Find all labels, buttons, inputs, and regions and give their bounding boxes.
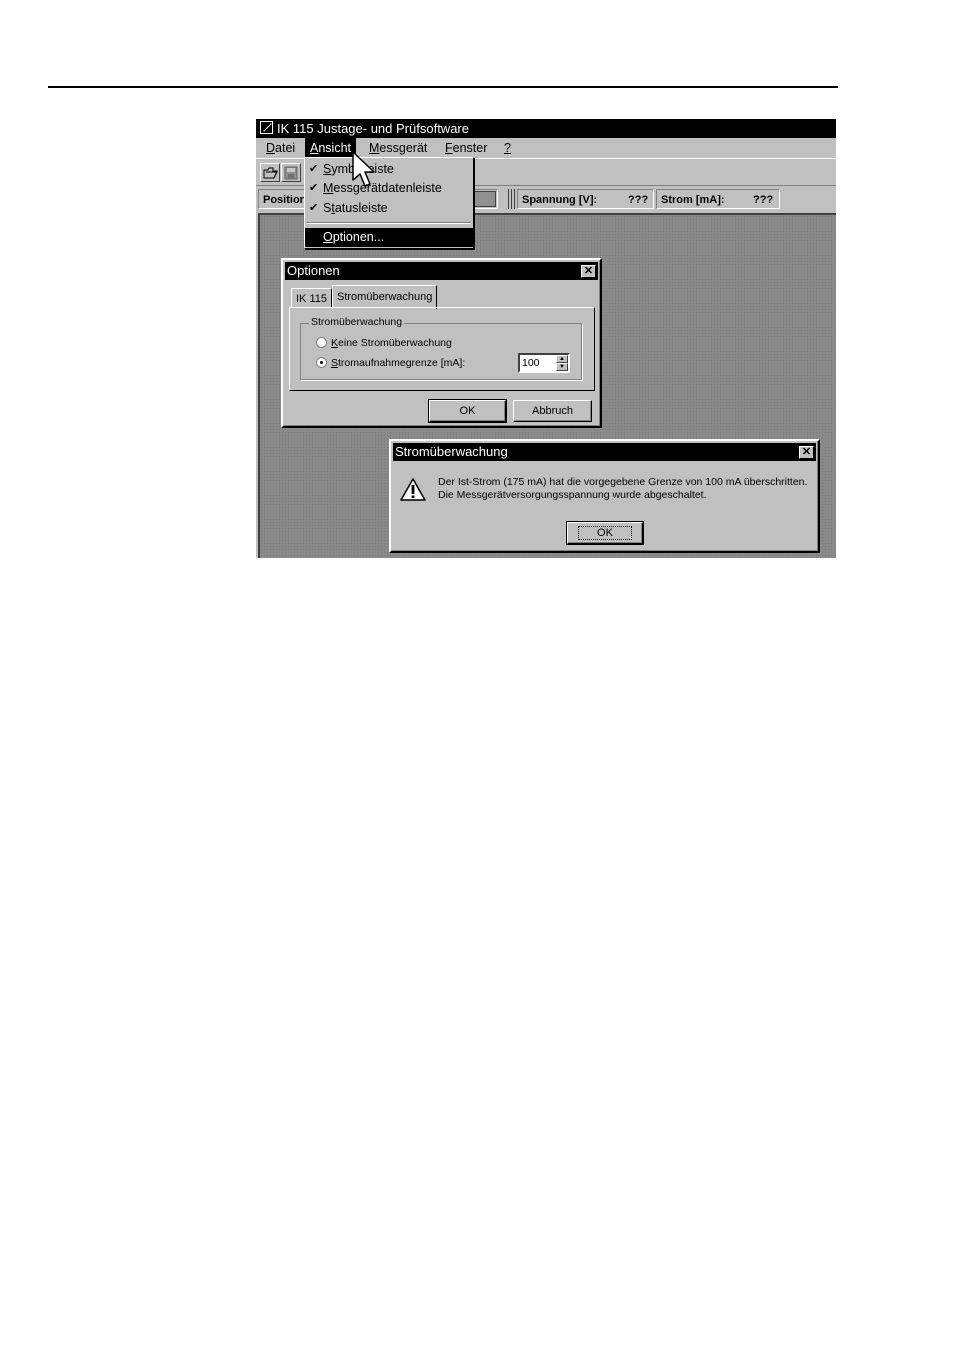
warning-icon xyxy=(400,478,426,501)
current-monitoring-group: Stromüberwachung Keine Stromüberwachung … xyxy=(300,316,582,380)
app-icon xyxy=(260,121,273,134)
current-limit-spinner[interactable]: 100 ▲ ▼ xyxy=(518,353,570,373)
menu-item-optionen[interactable]: Optionen... xyxy=(305,228,473,247)
close-icon[interactable]: ✕ xyxy=(799,446,814,459)
tab-ik115[interactable]: IK 115 xyxy=(291,288,332,308)
window-title: IK 115 Justage- und Prüfsoftware xyxy=(277,121,469,136)
menu-help[interactable]: ? xyxy=(499,138,516,158)
close-icon[interactable]: ✕ xyxy=(581,265,596,278)
radio-button[interactable] xyxy=(316,337,327,348)
menu-item-statusleiste[interactable]: ✔ Statusleiste xyxy=(305,199,473,218)
tab-panel: Stromüberwachung Keine Stromüberwachung … xyxy=(289,307,595,391)
menu-separator xyxy=(307,222,471,224)
tab-stromueberwachung[interactable]: Stromüberwachung xyxy=(332,285,438,309)
current-label: Strom [mA]: xyxy=(661,194,725,206)
group-label: Stromüberwachung xyxy=(309,316,405,328)
options-dialog: Optionen ✕ IK 115 Stromüberwachung Strom… xyxy=(281,258,602,428)
spin-down-icon[interactable]: ▼ xyxy=(556,363,568,371)
spin-up-icon[interactable]: ▲ xyxy=(556,355,568,363)
title-bar: IK 115 Justage- und Prüfsoftware xyxy=(256,119,836,138)
open-folder-icon xyxy=(263,167,278,179)
menu-fenster[interactable]: Fenster xyxy=(440,138,492,158)
current-limit-value: 100 xyxy=(522,357,540,369)
current-field: Strom [mA]: ??? xyxy=(656,189,780,209)
save-disk-icon xyxy=(284,166,298,180)
check-icon: ✔ xyxy=(309,202,319,214)
alert-dialog: Stromüberwachung ✕ Der Ist-Strom (175 mA… xyxy=(389,439,820,553)
cancel-button[interactable]: Abbruch xyxy=(513,400,592,422)
menu-ansicht[interactable]: Ansicht xyxy=(305,138,356,158)
menu-item-symbolleiste[interactable]: ✔ Symbolleiste xyxy=(305,160,473,179)
open-button[interactable] xyxy=(260,163,280,182)
check-icon: ✔ xyxy=(309,163,319,175)
alert-message-line-2: Die Messgerätversorgungsspannung wurde a… xyxy=(438,489,707,501)
voltage-value: ??? xyxy=(628,194,649,206)
check-icon: ✔ xyxy=(309,182,319,194)
save-button[interactable] xyxy=(281,163,301,182)
alert-ok-button[interactable]: OK xyxy=(566,521,644,545)
toolbar-grip[interactable] xyxy=(508,189,516,209)
radio-button-selected[interactable] xyxy=(316,357,327,368)
voltage-label: Spannung [V]: xyxy=(522,194,598,206)
options-dialog-title: Optionen ✕ xyxy=(285,262,598,280)
alert-ok-label: OK xyxy=(578,526,632,540)
menu-item-messgeraetdatenleiste[interactable]: ✔ Messgerätdatenleiste xyxy=(305,179,473,198)
current-value: ??? xyxy=(753,194,774,206)
menu-datei[interactable]: Datei xyxy=(261,138,300,158)
page-rule xyxy=(48,86,838,88)
ok-button[interactable]: OK xyxy=(428,399,507,423)
mouse-pointer-icon xyxy=(352,151,375,187)
position-value-box xyxy=(474,191,496,207)
voltage-field: Spannung [V]: ??? xyxy=(517,189,654,209)
spinner-buttons: ▲ ▼ xyxy=(556,355,568,371)
view-menu-dropdown: ✔ Symbolleiste ✔ Messgerätdatenleiste ✔ … xyxy=(304,157,474,249)
alert-message-line-1: Der Ist-Strom (175 mA) hat die vorgegebe… xyxy=(438,476,808,488)
menu-bar: Datei Ansicht Messgerät Fenster ? xyxy=(256,138,836,158)
position-label: Position xyxy=(263,194,307,206)
alert-dialog-title: Stromüberwachung ✕ xyxy=(393,443,816,461)
